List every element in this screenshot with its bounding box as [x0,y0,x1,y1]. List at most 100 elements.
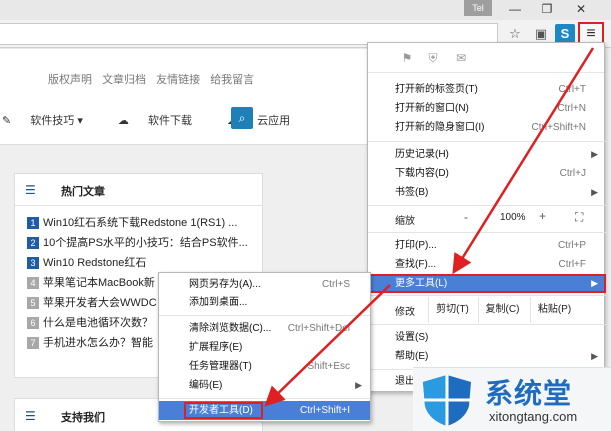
article-title: 什么是电池循环次数？ [43,317,153,329]
list-icon: ☰ [25,183,36,197]
minimize-button[interactable]: — [500,0,530,18]
submenu-item-task-manager[interactable]: 任务管理器(T) Shift+Esc [159,357,370,376]
top-link[interactable]: 文章归档 [102,74,146,86]
article-title: 苹果笔记本MacBook新 [43,277,155,289]
menu-item-label: 打印(P)... [395,240,437,251]
menu-item-label: 编码(E) [189,380,223,391]
edit-row: 修改 剪切(T) 复制(C) 粘贴(P) [368,297,606,323]
nav-label: 云应用 [257,115,291,127]
menu-item-incognito[interactable]: 打开新的隐身窗口(I) Ctrl+Shift+N [368,118,606,137]
rank-badge: 6 [27,317,39,330]
shortcut: Ctrl+F [558,259,587,270]
extension-s-icon[interactable]: S [555,24,575,44]
menu-item-label: 网页另存为(A)... [189,279,261,290]
watermark-url: xitongtang.com [489,409,578,424]
submenu-item-developer-tools[interactable]: 开发者工具(D) Ctrl+Shift+I [159,401,370,420]
article-title: 10个提高PS水平的小技巧：结合PS软件... [43,237,248,249]
top-link[interactable]: 友情链接 [156,74,200,86]
menu-item-settings[interactable]: 设置(S) [368,328,606,347]
cut-button[interactable]: 剪切(T) [428,297,476,323]
chevron-right-icon: ▶ [591,351,598,361]
menu-item-label: 设置(S) [395,332,429,343]
menu-item-bookmarks[interactable]: 书签(B) ▶ [368,183,606,202]
rank-badge: 3 [27,257,39,270]
card-title: 热门文章 [61,186,105,198]
menu-item-more-tools[interactable]: 更多工具(L) ▶ [368,274,606,293]
shield-icon[interactable]: ⛨ [424,49,442,67]
divider [159,398,370,399]
list-item[interactable]: 2 10个提高PS水平的小技巧：结合PS软件... [27,234,262,254]
shortcut: Ctrl+Shift+I [299,405,350,416]
profile-badge[interactable]: Tel [464,0,492,16]
rank-badge: 4 [27,277,39,290]
submenu-item-save-page[interactable]: 网页另存为(A)... Ctrl+S [159,275,370,294]
menu-item-label: 帮助(E) [395,351,429,362]
watermark-title: 系统堂 [485,377,573,410]
close-button[interactable]: ✕ [566,0,596,18]
nav-item[interactable]: ☁ 软件下载 [118,115,208,127]
nav-label: 软件技巧 ▾ [30,115,83,127]
divider [368,295,606,296]
copy-button[interactable]: 复制(C) [478,297,526,323]
divider [368,141,606,142]
search-button[interactable]: ⌕ [231,107,253,129]
zoom-label: 缩放 [395,216,415,227]
bookmark-star-icon[interactable]: ☆ [505,24,525,44]
rank-badge: 2 [27,237,39,250]
list-item[interactable]: 1 Win10红石系统下载Redstone 1(RS1) ... [27,214,262,234]
list-icon: ☰ [25,409,36,423]
top-link[interactable]: 给我留言 [210,74,254,86]
chevron-right-icon: ▶ [591,149,598,159]
menu-item-downloads[interactable]: 下载内容(D) Ctrl+J [368,164,606,183]
site-watermark: 系统堂 xitongtang.com [413,367,611,431]
chevron-right-icon: ▶ [591,278,598,288]
submenu-item-encoding[interactable]: 编码(E) ▶ [159,376,370,395]
extension-icon[interactable]: ▣ [531,24,551,44]
menu-item-label: 扩展程序(E) [189,342,243,353]
menu-item-label: 下载内容(D) [395,168,449,179]
article-title: 苹果开发者大会WWDC [43,297,157,309]
chevron-right-icon: ▶ [355,380,362,390]
submenu-item-extensions[interactable]: 扩展程序(E) [159,338,370,357]
divider [368,232,606,233]
divider [159,315,370,316]
pencil-icon: ✎ [2,115,12,127]
card-title: 支持我们 [61,412,105,424]
maximize-button[interactable]: ❐ [532,0,562,18]
more-tools-submenu: 网页另存为(A)... Ctrl+S 添加到桌面... 清除浏览数据(C)... C… [158,272,371,422]
zoom-in-button[interactable]: + [539,209,546,223]
menu-item-label: 更多工具(L) [395,278,448,289]
menu-item-label: 书签(B) [395,187,429,198]
shortcut: Ctrl+S [321,279,350,290]
menu-item-label: 添加到桌面... [189,297,248,308]
card-header: ☰ 热门文章 [15,174,262,206]
shortcut: Ctrl+N [557,103,586,114]
site-header: 版权声明 文章归档 友情链接 给我留言 ✎ 软件技巧 ▾ ☁ 软件下载 ☁ 云应… [0,49,370,145]
edit-label: 修改 [395,307,415,318]
menu-item-label: 打开新的窗口(N) [395,103,469,114]
shield-logo-icon [423,375,471,426]
mail-icon[interactable]: ✉ [452,49,470,67]
top-link[interactable]: 版权声明 [48,74,92,86]
menu-item-label: 查找(F)... [395,259,437,270]
zoom-out-button[interactable]: - [464,210,468,224]
submenu-item-clear-data[interactable]: 清除浏览数据(C)... Ctrl+Shift+Del [159,319,370,338]
divider [368,324,606,325]
menu-item-new-tab[interactable]: 打开新的标签页(T) Ctrl+T [368,80,606,99]
top-links: 版权声明 文章归档 友情链接 给我留言 [48,71,261,87]
paste-button[interactable]: 粘贴(P) [530,297,578,323]
menu-item-new-window[interactable]: 打开新的窗口(N) Ctrl+N [368,99,606,118]
chrome-main-menu: ⚑ ⛨ ✉ 打开新的标签页(T) Ctrl+T 打开新的窗口(N) Ctrl+N 打… [367,42,606,392]
menu-item-print[interactable]: 打印(P)... Ctrl+P [368,236,606,255]
list-item[interactable]: 3 Win10 Redstone红石 [27,254,262,274]
menu-item-history[interactable]: 历史记录(H) ▶ [368,145,606,164]
chevron-right-icon: ▶ [591,187,598,197]
submenu-item-add-to-desktop[interactable]: 添加到桌面... [159,293,370,312]
shortcut: Ctrl+Shift+Del [287,323,350,334]
flag-icon[interactable]: ⚑ [398,49,416,67]
menu-item-help[interactable]: 帮助(E) ▶ [368,347,606,366]
zoom-row: 缩放 - 100% + ⛶ [368,206,606,232]
nav-item[interactable]: ✎ 软件技巧 ▾ [2,115,99,127]
fullscreen-icon[interactable]: ⛶ [575,210,583,225]
menu-item-find[interactable]: 查找(F)... Ctrl+F [368,255,606,274]
